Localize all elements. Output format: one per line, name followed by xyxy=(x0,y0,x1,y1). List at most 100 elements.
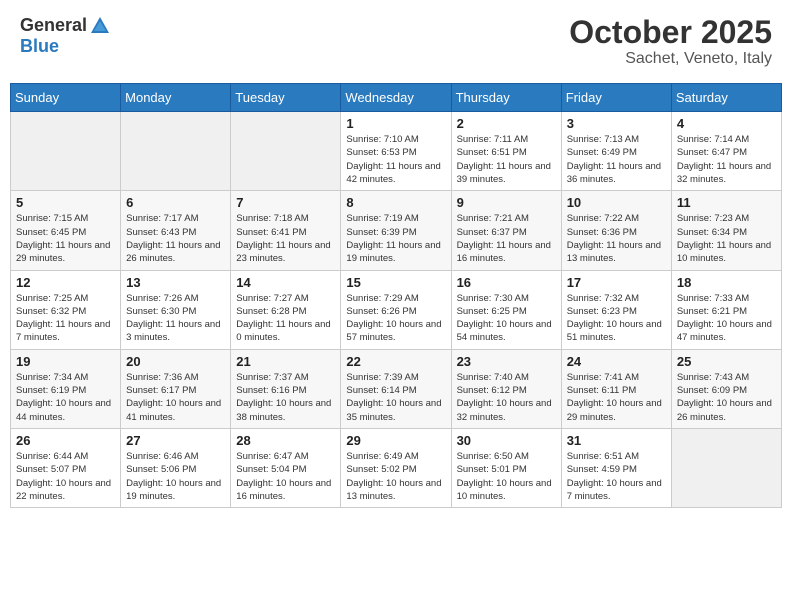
day-info: Sunrise: 7:10 AMSunset: 6:53 PMDaylight:… xyxy=(346,133,445,186)
calendar-week-row: 12Sunrise: 7:25 AMSunset: 6:32 PMDayligh… xyxy=(11,270,782,349)
day-number: 27 xyxy=(126,433,225,448)
day-number: 28 xyxy=(236,433,335,448)
day-header-saturday: Saturday xyxy=(671,84,781,112)
calendar-cell: 12Sunrise: 7:25 AMSunset: 6:32 PMDayligh… xyxy=(11,270,121,349)
day-info: Sunrise: 7:33 AMSunset: 6:21 PMDaylight:… xyxy=(677,292,776,345)
calendar-week-row: 26Sunrise: 6:44 AMSunset: 5:07 PMDayligh… xyxy=(11,428,782,507)
day-number: 24 xyxy=(567,354,666,369)
calendar-cell: 31 Sunrise: 6:51 AMSunset: 4:59 PMDayligh… xyxy=(561,428,671,507)
day-info: Sunrise: 7:32 AMSunset: 6:23 PMDaylight:… xyxy=(567,292,666,345)
day-info: Sunrise: 7:21 AMSunset: 6:37 PMDaylight:… xyxy=(457,212,556,265)
title-block: October 2025 Sachet, Veneto, Italy xyxy=(569,15,772,68)
day-header-wednesday: Wednesday xyxy=(341,84,451,112)
calendar-cell: 21 Sunrise: 7:37 AMSunset: 6:16 PMDayligh… xyxy=(231,349,341,428)
day-number: 1 xyxy=(346,116,445,131)
page-header: General Blue October 2025 Sachet, Veneto… xyxy=(10,10,782,73)
day-number: 7 xyxy=(236,195,335,210)
calendar-cell: 4Sunrise: 7:14 AMSunset: 6:47 PMDaylight… xyxy=(671,112,781,191)
calendar-cell: 26Sunrise: 6:44 AMSunset: 5:07 PMDayligh… xyxy=(11,428,121,507)
calendar-cell: 24 Sunrise: 7:41 AMSunset: 6:11 PMDayligh… xyxy=(561,349,671,428)
calendar-cell: 17 Sunrise: 7:32 AMSunset: 6:23 PMDayligh… xyxy=(561,270,671,349)
day-info: Sunrise: 7:19 AMSunset: 6:39 PMDaylight:… xyxy=(346,212,445,265)
day-info: Sunrise: 6:50 AMSunset: 5:01 PMDaylight:… xyxy=(457,450,556,503)
day-info: Sunrise: 7:41 AMSunset: 6:11 PMDaylight:… xyxy=(567,371,666,424)
day-number: 11 xyxy=(677,195,776,210)
month-title: October 2025 xyxy=(569,15,772,50)
day-number: 15 xyxy=(346,275,445,290)
day-number: 13 xyxy=(126,275,225,290)
logo-icon xyxy=(89,15,111,37)
calendar-header-row: SundayMondayTuesdayWednesdayThursdayFrid… xyxy=(11,84,782,112)
day-info: Sunrise: 7:26 AMSunset: 6:30 PMDaylight:… xyxy=(126,292,225,345)
day-number: 12 xyxy=(16,275,115,290)
day-header-thursday: Thursday xyxy=(451,84,561,112)
day-info: Sunrise: 7:34 AMSunset: 6:19 PMDaylight:… xyxy=(16,371,115,424)
day-number: 2 xyxy=(457,116,556,131)
calendar-cell: 11 Sunrise: 7:23 AMSunset: 6:34 PMDayligh… xyxy=(671,191,781,270)
day-number: 29 xyxy=(346,433,445,448)
day-info: Sunrise: 6:46 AMSunset: 5:06 PMDaylight:… xyxy=(126,450,225,503)
day-info: Sunrise: 7:40 AMSunset: 6:12 PMDaylight:… xyxy=(457,371,556,424)
day-info: Sunrise: 6:49 AMSunset: 5:02 PMDaylight:… xyxy=(346,450,445,503)
calendar-cell: 28 Sunrise: 6:47 AMSunset: 5:04 PMDayligh… xyxy=(231,428,341,507)
calendar-cell: 29 Sunrise: 6:49 AMSunset: 5:02 PMDayligh… xyxy=(341,428,451,507)
day-info: Sunrise: 7:36 AMSunset: 6:17 PMDaylight:… xyxy=(126,371,225,424)
calendar-cell: 19Sunrise: 7:34 AMSunset: 6:19 PMDayligh… xyxy=(11,349,121,428)
day-info: Sunrise: 7:14 AMSunset: 6:47 PMDaylight:… xyxy=(677,133,776,186)
calendar-cell: 20 Sunrise: 7:36 AMSunset: 6:17 PMDayligh… xyxy=(121,349,231,428)
calendar-cell: 5 Sunrise: 7:15 AMSunset: 6:45 PMDaylight… xyxy=(11,191,121,270)
day-number: 3 xyxy=(567,116,666,131)
logo-general: General xyxy=(20,16,87,36)
day-info: Sunrise: 6:51 AMSunset: 4:59 PMDaylight:… xyxy=(567,450,666,503)
day-info: Sunrise: 7:15 AMSunset: 6:45 PMDaylight:… xyxy=(16,212,115,265)
calendar-cell: 25 Sunrise: 7:43 AMSunset: 6:09 PMDayligh… xyxy=(671,349,781,428)
day-number: 16 xyxy=(457,275,556,290)
day-info: Sunrise: 7:11 AMSunset: 6:51 PMDaylight:… xyxy=(457,133,556,186)
day-info: Sunrise: 6:44 AMSunset: 5:07 PMDaylight:… xyxy=(16,450,115,503)
day-info: Sunrise: 6:47 AMSunset: 5:04 PMDaylight:… xyxy=(236,450,335,503)
day-info: Sunrise: 7:17 AMSunset: 6:43 PMDaylight:… xyxy=(126,212,225,265)
day-header-monday: Monday xyxy=(121,84,231,112)
day-info: Sunrise: 7:43 AMSunset: 6:09 PMDaylight:… xyxy=(677,371,776,424)
calendar-cell: 9 Sunrise: 7:21 AMSunset: 6:37 PMDaylight… xyxy=(451,191,561,270)
day-header-friday: Friday xyxy=(561,84,671,112)
day-info: Sunrise: 7:37 AMSunset: 6:16 PMDaylight:… xyxy=(236,371,335,424)
day-number: 20 xyxy=(126,354,225,369)
calendar-cell: 22 Sunrise: 7:39 AMSunset: 6:14 PMDayligh… xyxy=(341,349,451,428)
calendar-cell xyxy=(671,428,781,507)
calendar-cell xyxy=(11,112,121,191)
day-number: 10 xyxy=(567,195,666,210)
day-info: Sunrise: 7:18 AMSunset: 6:41 PMDaylight:… xyxy=(236,212,335,265)
calendar-cell: 8Sunrise: 7:19 AMSunset: 6:39 PMDaylight… xyxy=(341,191,451,270)
location-title: Sachet, Veneto, Italy xyxy=(569,50,772,68)
calendar-week-row: 1 Sunrise: 7:10 AMSunset: 6:53 PMDaylight… xyxy=(11,112,782,191)
day-number: 25 xyxy=(677,354,776,369)
day-number: 9 xyxy=(457,195,556,210)
day-info: Sunrise: 7:27 AMSunset: 6:28 PMDaylight:… xyxy=(236,292,335,345)
calendar-cell: 14Sunrise: 7:27 AMSunset: 6:28 PMDayligh… xyxy=(231,270,341,349)
day-header-sunday: Sunday xyxy=(11,84,121,112)
calendar-cell: 3 Sunrise: 7:13 AMSunset: 6:49 PMDaylight… xyxy=(561,112,671,191)
day-info: Sunrise: 7:29 AMSunset: 6:26 PMDaylight:… xyxy=(346,292,445,345)
day-number: 17 xyxy=(567,275,666,290)
day-header-tuesday: Tuesday xyxy=(231,84,341,112)
logo: General Blue xyxy=(20,15,111,57)
calendar-cell: 30Sunrise: 6:50 AMSunset: 5:01 PMDayligh… xyxy=(451,428,561,507)
day-info: Sunrise: 7:23 AMSunset: 6:34 PMDaylight:… xyxy=(677,212,776,265)
day-number: 6 xyxy=(126,195,225,210)
day-info: Sunrise: 7:39 AMSunset: 6:14 PMDaylight:… xyxy=(346,371,445,424)
day-number: 21 xyxy=(236,354,335,369)
day-number: 31 xyxy=(567,433,666,448)
calendar-cell: 16Sunrise: 7:30 AMSunset: 6:25 PMDayligh… xyxy=(451,270,561,349)
day-info: Sunrise: 7:13 AMSunset: 6:49 PMDaylight:… xyxy=(567,133,666,186)
calendar-cell: 27 Sunrise: 6:46 AMSunset: 5:06 PMDayligh… xyxy=(121,428,231,507)
calendar-cell: 15 Sunrise: 7:29 AMSunset: 6:26 PMDayligh… xyxy=(341,270,451,349)
day-number: 23 xyxy=(457,354,556,369)
calendar-cell xyxy=(231,112,341,191)
day-number: 22 xyxy=(346,354,445,369)
day-number: 18 xyxy=(677,275,776,290)
day-number: 5 xyxy=(16,195,115,210)
calendar-cell: 10 Sunrise: 7:22 AMSunset: 6:36 PMDayligh… xyxy=(561,191,671,270)
day-info: Sunrise: 7:22 AMSunset: 6:36 PMDaylight:… xyxy=(567,212,666,265)
calendar-week-row: 19Sunrise: 7:34 AMSunset: 6:19 PMDayligh… xyxy=(11,349,782,428)
